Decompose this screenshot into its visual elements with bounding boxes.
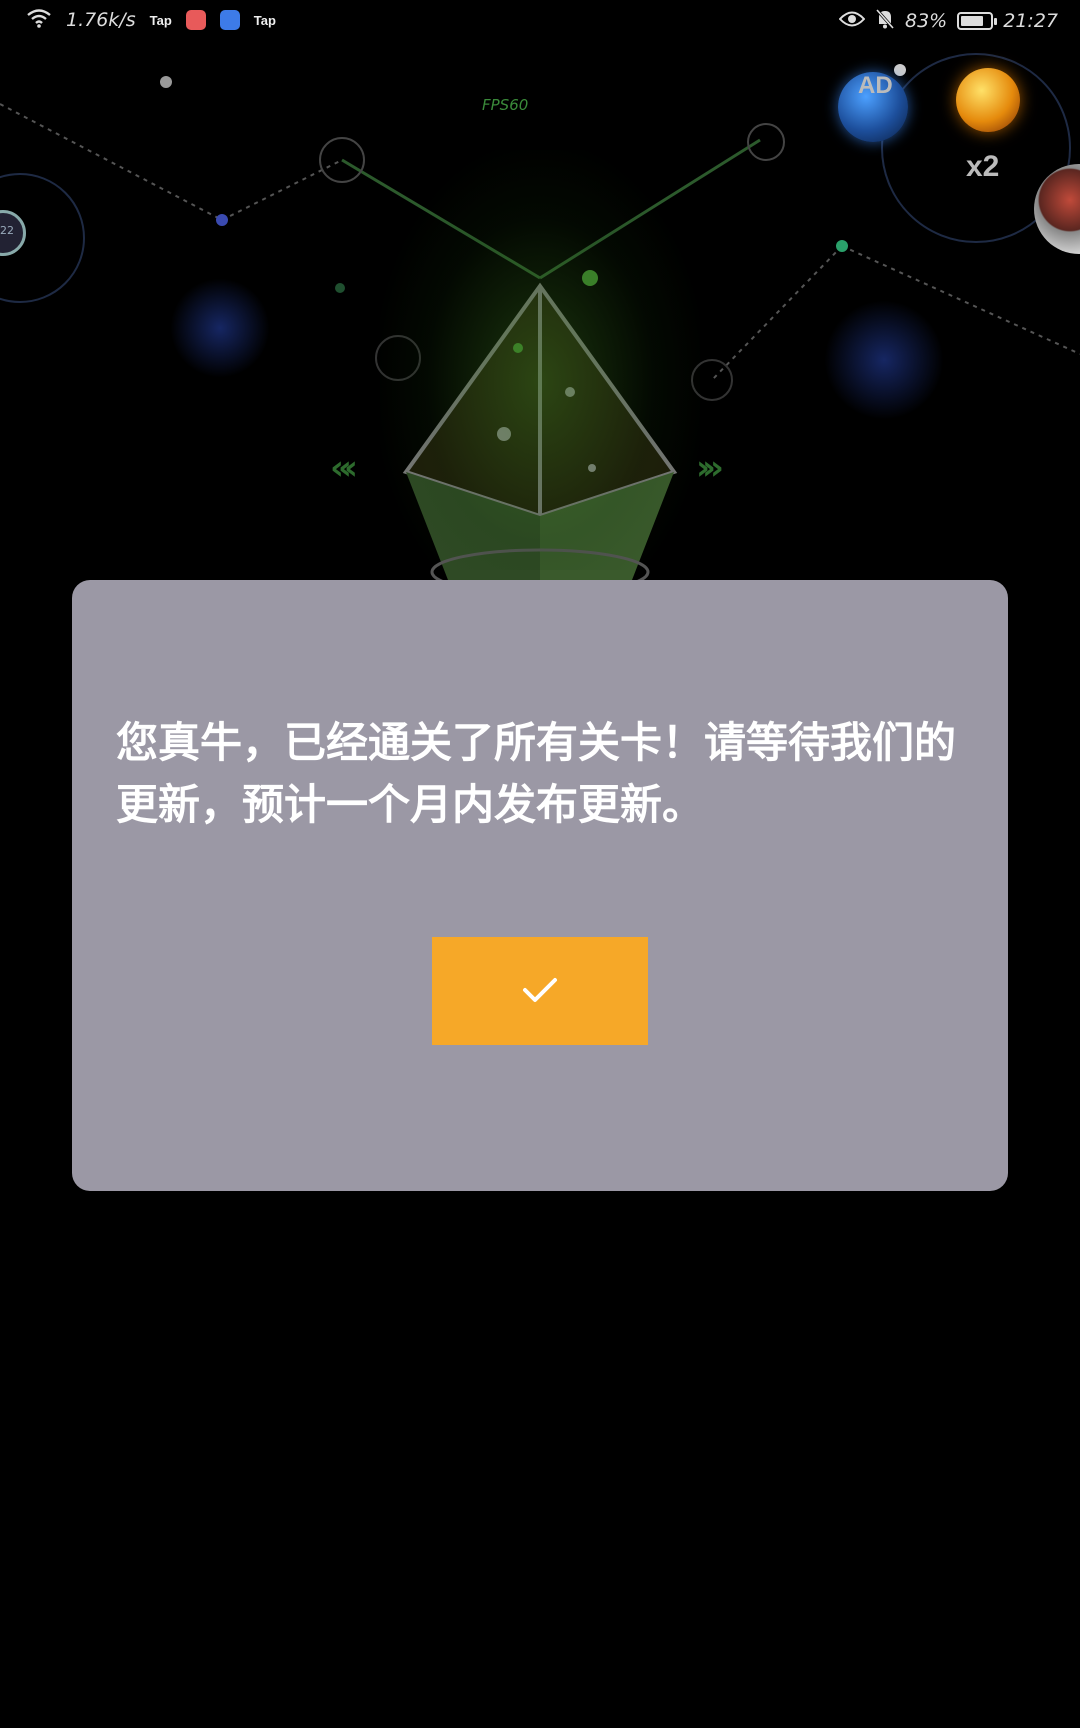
battery-icon	[957, 12, 998, 30]
confirm-button[interactable]	[432, 937, 648, 1045]
blue-nebula	[170, 278, 270, 378]
eye-icon	[838, 10, 866, 32]
tap-app-icon: Tap	[149, 12, 172, 28]
tap-app-icon: Tap	[253, 12, 276, 28]
red-app-icon	[185, 10, 206, 30]
dialog-message: 您真牛，已经通关了所有关卡！请等待我们的更新，预计一个月内发布更新。	[116, 718, 957, 829]
blue-nebula	[824, 300, 944, 420]
scroll-right-arrows-icon[interactable]: ›»	[696, 448, 724, 488]
fps-counter: FPS60	[482, 96, 529, 114]
checkmark-icon	[522, 976, 558, 1007]
completion-dialog: 您真牛，已经通关了所有关卡！请等待我们的更新，预计一个月内发布更新。	[72, 580, 1008, 1191]
status-bar: 1.76k/s Tap Tap 83% 21:27	[0, 0, 1080, 44]
left-planet-label: 22	[0, 224, 14, 237]
ad-label: AD	[858, 72, 893, 99]
multiplier-label: x2	[966, 150, 1000, 183]
clock: 21:27	[1003, 10, 1058, 32]
battery-percent: 83%	[905, 10, 948, 32]
pyramid-glow	[380, 150, 700, 570]
wifi-icon	[26, 8, 52, 32]
bell-muted-icon	[875, 8, 895, 34]
sun-planet-icon[interactable]	[956, 68, 1020, 132]
scroll-left-arrows-icon[interactable]: «‹	[330, 448, 358, 488]
music-app-icon	[219, 10, 240, 30]
network-speed: 1.76k/s	[66, 9, 136, 31]
